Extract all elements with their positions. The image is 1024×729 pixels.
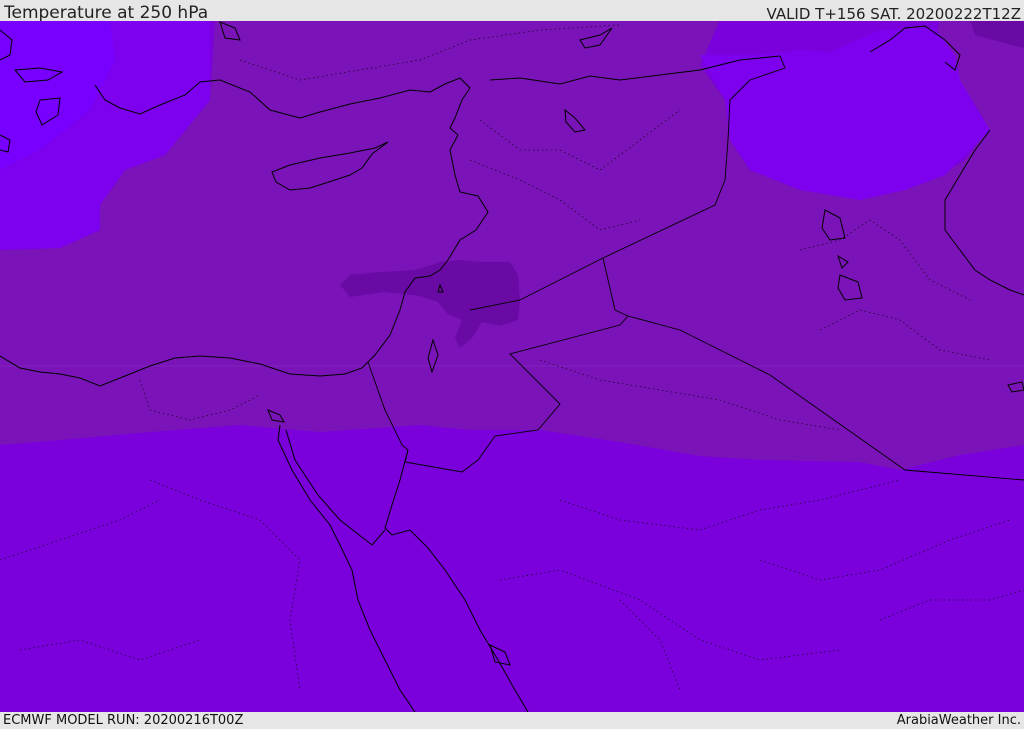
- map-title: Temperature at 250 hPa: [4, 3, 209, 23]
- temperature-map: [0, 21, 1024, 712]
- model-run: ECMWF MODEL RUN: 20200216T00Z: [3, 713, 244, 728]
- credit-text: ArabiaWeather Inc.: [896, 713, 1021, 728]
- map-area: [0, 21, 1024, 712]
- footer-bar: ECMWF MODEL RUN: 20200216T00Z ArabiaWeat…: [0, 712, 1024, 729]
- header-bar: Temperature at 250 hPa VALID T+156 SAT. …: [0, 0, 1024, 23]
